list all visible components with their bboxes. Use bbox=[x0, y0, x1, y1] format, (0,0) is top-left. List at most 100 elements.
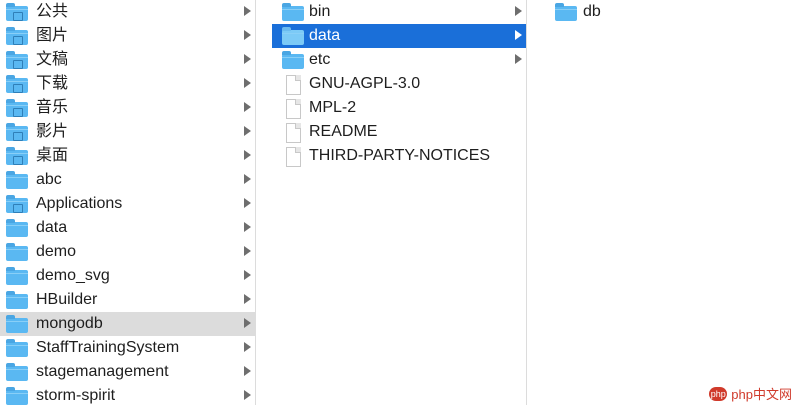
list-item-label: 桌面 bbox=[36, 147, 69, 164]
watermark-text: php中文网 bbox=[731, 387, 792, 402]
chevron-right-icon bbox=[244, 150, 251, 160]
watermark: php php中文网 bbox=[709, 384, 792, 403]
list-item[interactable]: demo_svg bbox=[0, 264, 255, 288]
list-item[interactable]: 公共 bbox=[0, 0, 255, 24]
list-item[interactable]: storm-spirit bbox=[0, 384, 255, 408]
list-item[interactable]: THIRD-PARTY-NOTICES bbox=[272, 144, 526, 168]
list-item[interactable]: 桌面 bbox=[0, 144, 255, 168]
list-item-label: demo_svg bbox=[36, 267, 110, 284]
folder-icon bbox=[6, 267, 28, 285]
list-item[interactable]: README bbox=[272, 120, 526, 144]
list-item[interactable]: 图片 bbox=[0, 24, 255, 48]
movies-folder-icon bbox=[6, 123, 28, 141]
list-item[interactable]: MPL-2 bbox=[272, 96, 526, 120]
list-item[interactable]: mongodb bbox=[0, 312, 255, 336]
documents-folder-icon bbox=[6, 51, 28, 69]
list-item-label: MPL-2 bbox=[309, 99, 357, 116]
list-item-label: 音乐 bbox=[36, 99, 69, 116]
document-icon bbox=[282, 75, 304, 95]
list-item[interactable]: 下载 bbox=[0, 72, 255, 96]
list-item[interactable]: StaffTrainingSystem bbox=[0, 336, 255, 360]
php-logo-icon: php bbox=[709, 386, 728, 401]
document-icon bbox=[282, 123, 304, 143]
chevron-right-icon bbox=[244, 126, 251, 136]
folder-icon bbox=[282, 27, 304, 45]
list-item[interactable]: 音乐 bbox=[0, 96, 255, 120]
chevron-right-icon bbox=[244, 198, 251, 208]
folder-icon bbox=[6, 339, 28, 357]
list-item-label: Applications bbox=[36, 195, 123, 212]
folder-icon bbox=[282, 3, 304, 21]
list-item-label: THIRD-PARTY-NOTICES bbox=[309, 147, 491, 164]
list-item-label: HBuilder bbox=[36, 291, 98, 308]
music-folder-icon bbox=[6, 99, 28, 117]
folder-icon bbox=[6, 291, 28, 309]
chevron-right-icon bbox=[244, 54, 251, 64]
list-item-label: etc bbox=[309, 51, 331, 68]
chevron-right-icon bbox=[244, 174, 251, 184]
folder-icon bbox=[6, 243, 28, 261]
list-item[interactable]: HBuilder bbox=[0, 288, 255, 312]
list-item[interactable]: demo bbox=[0, 240, 255, 264]
list-item-label: demo bbox=[36, 243, 77, 260]
chevron-right-icon bbox=[244, 390, 251, 400]
folder-icon bbox=[6, 387, 28, 405]
list-item[interactable]: abc bbox=[0, 168, 255, 192]
list-item-label: storm-spirit bbox=[36, 387, 116, 404]
list-item-label: abc bbox=[36, 171, 62, 188]
list-item[interactable]: etc bbox=[272, 48, 526, 72]
chevron-right-icon bbox=[244, 270, 251, 280]
folder-icon bbox=[6, 315, 28, 333]
list-item-label: bin bbox=[309, 3, 331, 20]
document-icon bbox=[282, 147, 304, 167]
finder-column-1[interactable]: 公共图片文稿下载音乐影片桌面 abc Applications data demo dem… bbox=[0, 0, 256, 405]
chevron-right-icon bbox=[515, 54, 522, 64]
list-item-label: 图片 bbox=[36, 27, 69, 44]
list-item-label: README bbox=[309, 123, 378, 140]
list-item-label: 下载 bbox=[36, 75, 69, 92]
folder-icon bbox=[6, 363, 28, 381]
finder-column-2[interactable]: bin data etc GNU-AGPL-3.0 MPL-2 README THIRD-P… bbox=[272, 0, 527, 405]
list-item[interactable]: GNU-AGPL-3.0 bbox=[272, 72, 526, 96]
chevron-right-icon bbox=[244, 78, 251, 88]
folder-icon bbox=[282, 51, 304, 69]
list-item[interactable]: stagemanagement bbox=[0, 360, 255, 384]
chevron-right-icon bbox=[244, 6, 251, 16]
pictures-folder-icon bbox=[6, 27, 28, 45]
list-item[interactable]: 影片 bbox=[0, 120, 255, 144]
chevron-right-icon bbox=[515, 6, 522, 16]
finder-column-3[interactable]: db bbox=[545, 0, 800, 405]
applications-folder-icon bbox=[6, 195, 28, 213]
list-item-label: StaffTrainingSystem bbox=[36, 339, 180, 356]
public-folder-icon bbox=[6, 3, 28, 21]
chevron-right-icon bbox=[515, 30, 522, 40]
desktop-folder-icon bbox=[6, 147, 28, 165]
folder-icon bbox=[6, 171, 28, 189]
list-item-label: 公共 bbox=[36, 3, 69, 20]
chevron-right-icon bbox=[244, 366, 251, 376]
chevron-right-icon bbox=[244, 30, 251, 40]
list-item-label: 影片 bbox=[36, 123, 69, 140]
list-item[interactable]: bin bbox=[272, 0, 526, 24]
folder-icon bbox=[6, 219, 28, 237]
folder-icon bbox=[555, 3, 577, 21]
list-item-label: data bbox=[36, 219, 68, 236]
list-item[interactable]: db bbox=[545, 0, 800, 24]
list-item-label: mongodb bbox=[36, 315, 103, 332]
chevron-right-icon bbox=[244, 294, 251, 304]
list-item-label: stagemanagement bbox=[36, 363, 169, 380]
list-item-label: db bbox=[583, 3, 601, 20]
document-icon bbox=[282, 99, 304, 119]
list-item[interactable]: data bbox=[0, 216, 255, 240]
list-item[interactable]: Applications bbox=[0, 192, 255, 216]
list-item-label: data bbox=[309, 27, 341, 44]
list-item[interactable]: data bbox=[272, 24, 526, 48]
list-item-label: GNU-AGPL-3.0 bbox=[309, 75, 421, 92]
list-item-label: 文稿 bbox=[36, 51, 69, 68]
list-item[interactable]: 文稿 bbox=[0, 48, 255, 72]
chevron-right-icon bbox=[244, 246, 251, 256]
chevron-right-icon bbox=[244, 222, 251, 232]
downloads-folder-icon bbox=[6, 75, 28, 93]
chevron-right-icon bbox=[244, 318, 251, 328]
chevron-right-icon bbox=[244, 342, 251, 352]
